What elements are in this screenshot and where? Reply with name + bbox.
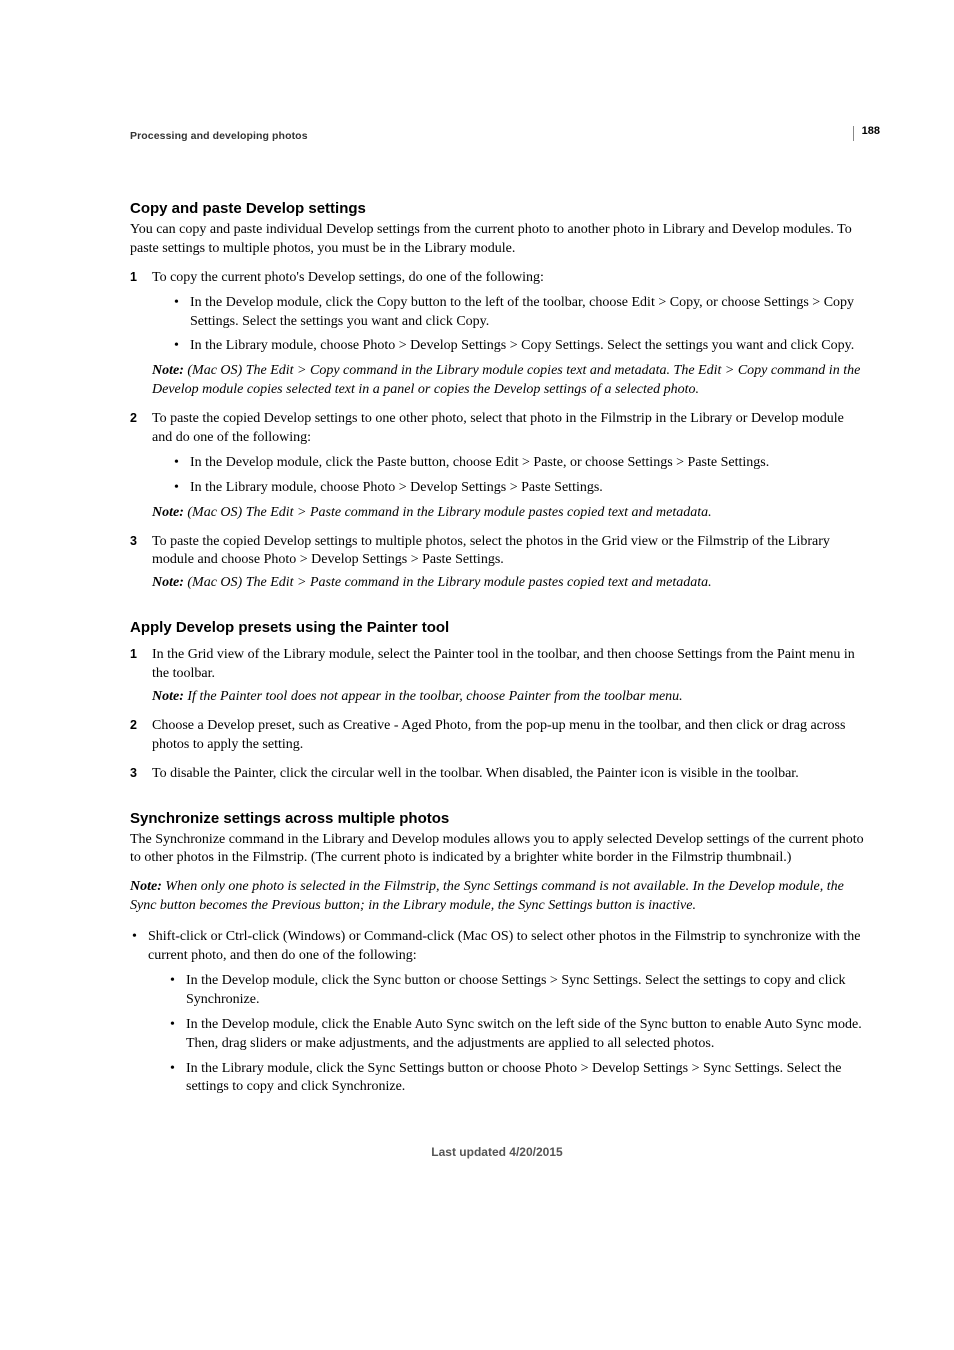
bullet-item: In the Develop module, click the Copy bu… [174,294,864,332]
step-item: Choose a Develop preset, such as Creativ… [130,717,864,755]
step-text: To disable the Painter, click the circul… [152,766,799,781]
note-block: Note: (Mac OS) The Edit > Paste command … [152,574,864,593]
step-text: To paste the copied Develop settings to … [152,411,844,445]
bullet-text: Shift-click or Ctrl-click (Windows) or C… [148,929,861,963]
step-text: To paste the copied Develop settings to … [152,534,830,568]
step-item: To disable the Painter, click the circul… [130,765,864,784]
running-head: Processing and developing photos [130,130,864,142]
section-intro: The Synchronize command in the Library a… [130,831,864,869]
step-item: To paste the copied Develop settings to … [130,533,864,594]
bullet-item: In the Develop module, click the Paste b… [174,454,864,473]
section-heading-painter: Apply Develop presets using the Painter … [130,619,864,636]
bullet-item: In the Library module, click the Sync Se… [170,1060,864,1098]
note-label: Note: [130,879,165,894]
step-item: To copy the current photo's Develop sett… [130,269,864,400]
section-intro: You can copy and paste individual Develo… [130,221,864,259]
note-label: Note: [152,505,187,520]
note-block: Note: When only one photo is selected in… [130,878,864,916]
step-text: To copy the current photo's Develop sett… [152,270,544,285]
step-text: Choose a Develop preset, such as Creativ… [152,718,845,752]
bullet-item: Shift-click or Ctrl-click (Windows) or C… [130,928,864,1097]
step-item: To paste the copied Develop settings to … [130,410,864,522]
note-block: Note: (Mac OS) The Edit > Copy command i… [152,362,864,400]
note-text: If the Painter tool does not appear in t… [187,689,682,704]
note-label: Note: [152,689,187,704]
section-heading-copy-paste: Copy and paste Develop settings [130,200,864,217]
note-block: Note: (Mac OS) The Edit > Paste command … [152,504,864,523]
step-text: In the Grid view of the Library module, … [152,647,855,681]
section-heading-synchronize: Synchronize settings across multiple pho… [130,810,864,827]
note-label: Note: [152,363,187,378]
note-label: Note: [152,575,187,590]
bullet-item: In the Library module, choose Photo > De… [174,479,864,498]
bullet-item: In the Develop module, click the Enable … [170,1016,864,1054]
page-number: 188 [853,126,880,141]
footer-last-updated: Last updated 4/20/2015 [130,1145,864,1159]
bullet-item: In the Library module, choose Photo > De… [174,337,864,356]
note-text: (Mac OS) The Edit > Copy command in the … [152,363,860,397]
bullet-item: In the Develop module, click the Sync bu… [170,972,864,1010]
note-text: (Mac OS) The Edit > Paste command in the… [187,505,711,520]
note-block: Note: If the Painter tool does not appea… [152,688,864,707]
step-item: In the Grid view of the Library module, … [130,646,864,707]
note-text: (Mac OS) The Edit > Paste command in the… [187,575,711,590]
note-text: When only one photo is selected in the F… [130,879,844,913]
